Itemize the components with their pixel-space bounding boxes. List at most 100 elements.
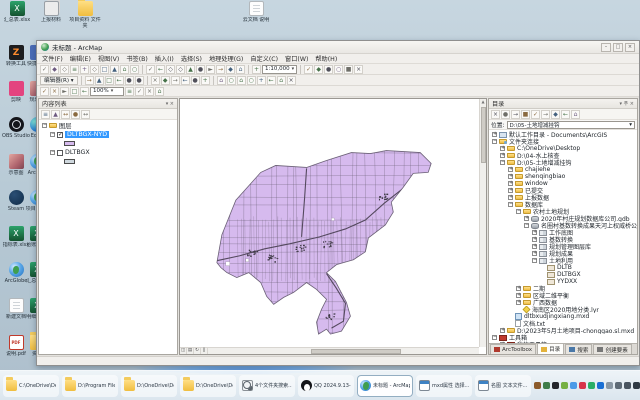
- zoom-out-icon[interactable]: ◆: [50, 65, 59, 74]
- catalog-tree-item[interactable]: +D:\2023年5月土地项目-chonggao.sl.mxd: [489, 327, 637, 334]
- scale-combo[interactable]: 1:10,000▾: [262, 65, 297, 74]
- endpoint-arc-icon[interactable]: ←: [115, 76, 124, 85]
- pause-draw-button[interactable]: ‖: [201, 348, 208, 354]
- titlebar[interactable]: 未标题 - ArcMap –□×: [37, 41, 639, 54]
- catalog-tree-item[interactable]: dltbxudjingxiang.mxd: [489, 313, 637, 320]
- catalog-tree-item[interactable]: +2020年村庄规划数据库公司.gdb: [489, 215, 637, 222]
- edit-tool-icon[interactable]: →: [85, 76, 94, 85]
- taskbar-button[interactable]: D:\OneDrive\De...: [121, 375, 177, 397]
- catalog-tree-item[interactable]: +C:\OneDrive\Desktop: [489, 145, 637, 152]
- expand-toggle[interactable]: +: [532, 237, 537, 242]
- python-window-icon[interactable]: ■: [344, 65, 353, 74]
- zoom-combo[interactable]: 100%▾: [90, 87, 124, 96]
- expand-toggle[interactable]: −: [492, 139, 497, 144]
- toc-root-row[interactable]: −图层: [39, 121, 177, 130]
- catalog-tree-item[interactable]: +规划管理图层库: [489, 243, 637, 250]
- expand-toggle[interactable]: +: [508, 181, 513, 186]
- back-icon[interactable]: ×: [491, 110, 500, 119]
- catalog-tree-item[interactable]: +上报数据: [489, 194, 637, 201]
- search-window-icon[interactable]: ●: [324, 65, 333, 74]
- catalog-tree-item[interactable]: +已提交: [489, 187, 637, 194]
- taskbar-button[interactable]: 4个文件夹搜索...: [239, 375, 295, 397]
- toc-layer-row[interactable]: −DLTBGX: [39, 148, 177, 157]
- select-features-icon[interactable]: ⌂: [120, 65, 129, 74]
- expand-toggle[interactable]: +: [532, 230, 537, 235]
- open-icon[interactable]: ←: [156, 65, 165, 74]
- expand-toggle[interactable]: +: [532, 244, 537, 249]
- vertical-scrollbar[interactable]: ▲: [479, 99, 486, 347]
- trace-icon[interactable]: ●: [125, 76, 134, 85]
- new-map-icon[interactable]: ✓: [146, 65, 155, 74]
- cloud-sync-icon[interactable]: [570, 382, 577, 389]
- location-combo[interactable]: D:\05-土地增减挂钩 ▾: [507, 121, 635, 129]
- expand-toggle[interactable]: +: [500, 146, 505, 151]
- security-shield-icon[interactable]: [543, 382, 550, 389]
- catalog-tree-item[interactable]: +二期: [489, 285, 637, 292]
- menu-item[interactable]: 文件(F): [42, 54, 63, 63]
- expand-toggle[interactable]: +: [516, 293, 521, 298]
- sketch-properties-icon[interactable]: ◆: [161, 76, 170, 85]
- full-extent-icon[interactable]: ≡: [70, 65, 79, 74]
- map-canvas[interactable]: [180, 99, 479, 347]
- fixed-zoom-in-icon[interactable]: +: [80, 65, 89, 74]
- forward-extent-icon[interactable]: ▲: [110, 65, 119, 74]
- split-tool-icon[interactable]: →: [171, 76, 180, 85]
- catalog-tree-item[interactable]: +chajiehe: [489, 166, 637, 173]
- catalog-tree-item[interactable]: 文档.txt: [489, 320, 637, 327]
- cut-icon[interactable]: ▲: [186, 65, 195, 74]
- expand-toggle[interactable]: −: [532, 258, 537, 263]
- catalog-tree-item[interactable]: −D:\05-土地增减挂钩: [489, 159, 637, 166]
- refresh-icon[interactable]: →: [541, 110, 550, 119]
- expand-toggle[interactable]: −: [524, 223, 529, 228]
- hyperlink-icon[interactable]: +: [257, 76, 266, 85]
- edit-annotation-icon[interactable]: ▲: [95, 76, 104, 85]
- catalog-tree-item[interactable]: +规划成果: [489, 250, 637, 257]
- catalog-tree-item[interactable]: +D:\04-水上核查: [489, 152, 637, 159]
- focus-data-frame-icon[interactable]: ✓: [135, 87, 144, 96]
- taskbar-button[interactable]: 未标题 - ArcMap: [357, 375, 413, 397]
- back-extent-icon[interactable]: □: [100, 65, 109, 74]
- qq-tray-icon[interactable]: [579, 382, 586, 389]
- catalog-tree-item[interactable]: −数据库: [489, 201, 637, 208]
- wechat-tray-icon[interactable]: [588, 382, 595, 389]
- undo-icon[interactable]: ◆: [226, 65, 235, 74]
- tab-ArcToolbox[interactable]: ArcToolbox: [490, 344, 536, 354]
- point-tool-icon[interactable]: ●: [135, 76, 144, 85]
- menu-item[interactable]: 插入(I): [155, 54, 174, 63]
- delete-icon[interactable]: →: [216, 65, 225, 74]
- paste-icon[interactable]: ►: [206, 65, 215, 74]
- options-icon[interactable]: ⌂: [571, 110, 580, 119]
- layer-name[interactable]: DLTBGX-NYD: [65, 131, 109, 138]
- maximize-button[interactable]: □: [613, 43, 623, 52]
- menu-item[interactable]: 视图(V): [98, 54, 119, 63]
- arctoolbox-window-icon[interactable]: ○: [334, 65, 343, 74]
- expand-toggle[interactable]: +: [508, 195, 513, 200]
- layer-visibility-checkbox[interactable]: [57, 150, 63, 156]
- list-by-visibility-icon[interactable]: ↔: [61, 110, 70, 119]
- catalog-tree-item[interactable]: YYDXX: [489, 278, 637, 285]
- zoom-100-icon[interactable]: ×: [50, 87, 59, 96]
- refresh-view-icon[interactable]: ×: [287, 76, 296, 85]
- hidden-icons-chevron-icon[interactable]: [534, 382, 541, 389]
- data-view-button[interactable]: ◫: [180, 348, 187, 354]
- list-by-source-icon[interactable]: ▲: [51, 110, 60, 119]
- expand-toggle[interactable]: +: [524, 216, 529, 221]
- layout-fixed-zoom-in-icon[interactable]: ►: [60, 87, 69, 96]
- connect-folder-icon[interactable]: ■: [521, 110, 530, 119]
- buffer-tool-icon[interactable]: ●: [191, 76, 200, 85]
- desktop-icon[interactable]: 云文档 说明: [240, 1, 272, 23]
- desktop-icon[interactable]: 上报材料: [35, 1, 67, 23]
- layout-view-button[interactable]: ▤: [187, 348, 194, 354]
- toggle-draft-mode-icon[interactable]: ≡: [125, 87, 134, 96]
- list-by-selection-icon[interactable]: ●: [71, 110, 80, 119]
- measure-icon[interactable]: ⌂: [237, 76, 246, 85]
- expand-toggle[interactable]: +: [508, 174, 513, 179]
- battery-icon[interactable]: [624, 382, 631, 389]
- layout-fixed-zoom-out-icon[interactable]: □: [70, 87, 79, 96]
- copy-icon[interactable]: ●: [196, 65, 205, 74]
- zoom-whole-page-icon[interactable]: ✓: [40, 87, 49, 96]
- catalog-tree-item[interactable]: 海南区2020用地分类.lyr: [489, 306, 637, 313]
- expand-toggle[interactable]: −: [508, 202, 513, 207]
- expand-toggle[interactable]: +: [500, 153, 505, 158]
- collapse-toggle[interactable]: −: [42, 123, 47, 128]
